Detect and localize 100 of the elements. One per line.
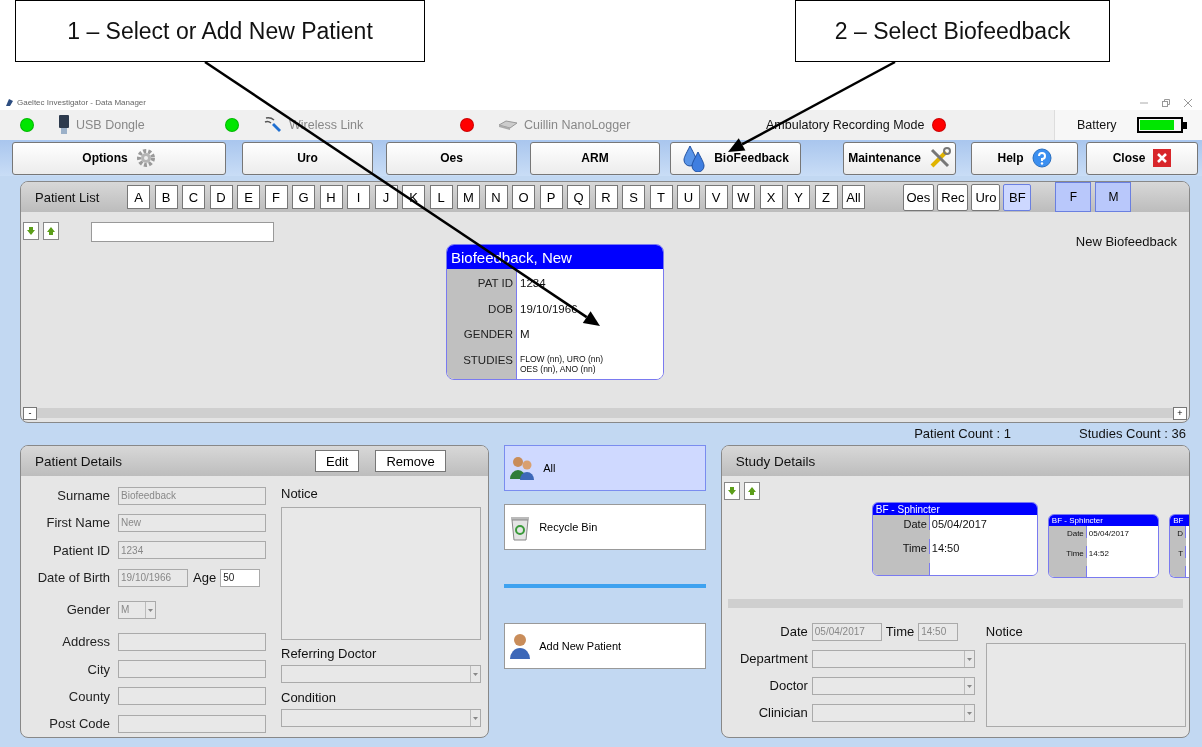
field-label: County (67, 688, 110, 704)
card-field-label: GENDER (463, 328, 513, 340)
letter-filter-button[interactable]: L (429, 185, 453, 209)
nav-button[interactable]: Oes (386, 141, 517, 175)
action-button[interactable]: Recycle Bin (504, 504, 706, 550)
count-label: Studies Count : 36 (1079, 425, 1186, 441)
close-icon (1153, 149, 1172, 167)
nav-button[interactable]: ARM (530, 141, 660, 175)
letter-filter-button[interactable]: M (457, 185, 480, 209)
study-title: BF (1173, 516, 1184, 525)
restore-icon[interactable] (1162, 98, 1170, 107)
study-filter-button[interactable]: BF (1003, 183, 1032, 211)
letter-filter-button[interactable]: J (374, 185, 398, 209)
card-field-label: PAT ID (477, 277, 513, 289)
gender-filter-button[interactable]: F (1055, 182, 1092, 212)
card-field-value: 14:50 (930, 541, 961, 554)
referring-doctor-dropdown[interactable] (281, 665, 481, 683)
dropdown-field[interactable] (811, 676, 975, 695)
gear-icon (135, 148, 156, 168)
study-title: BF - Sphincter (1051, 516, 1103, 525)
card-field-value: FLOW (nn), URO (nn) (520, 353, 605, 364)
action-button[interactable]: All (504, 445, 706, 491)
letter-filter-button[interactable]: T (649, 185, 673, 209)
letter-filter-button[interactable]: Z (814, 185, 838, 209)
letter-filter-button[interactable]: B (154, 185, 178, 209)
dropdown-caret-icon (470, 666, 480, 682)
field-label: Department (738, 651, 808, 666)
letter-filter-button[interactable]: G (292, 185, 315, 209)
letter-filter-button[interactable]: F (264, 185, 288, 209)
search-field[interactable] (91, 222, 274, 242)
card-field-label: T (1170, 546, 1187, 558)
nav-button[interactable]: Maintenance (843, 141, 956, 175)
study-card[interactable]: BF - Sphincter Date 05/04/2017 Time 14:50 (871, 502, 1038, 576)
letter-filter-button[interactable]: O (512, 185, 535, 209)
field-label: Gender (65, 602, 110, 618)
card-field-label: D (1170, 526, 1187, 538)
letter-filter-button[interactable]: X (759, 185, 783, 209)
dropdown-caret-icon (963, 704, 974, 721)
card-field-value: 05/04/2017 (930, 517, 988, 530)
study-filter-button[interactable]: Rec (937, 183, 969, 211)
close-icon[interactable] (1184, 98, 1192, 107)
letter-filter-button[interactable]: N (484, 185, 508, 209)
letter-filter-button[interactable]: V (704, 185, 728, 209)
letter-filter-button[interactable]: W (732, 185, 755, 209)
dropdown-field[interactable] (811, 649, 975, 668)
zoom-in-button[interactable]: + (1173, 406, 1187, 420)
field-label: Doctor (768, 678, 808, 693)
study-card[interactable]: BF - Sphincter Date 05/04/2017 Time 14:52 (1047, 514, 1160, 578)
letter-filter-button[interactable]: D (209, 185, 233, 209)
device-label: USB Dongle (76, 118, 145, 132)
water-drops-icon (682, 144, 707, 172)
input-field[interactable] (118, 714, 266, 733)
letter-filter-button[interactable]: C (182, 185, 205, 209)
card-field-label: Date (1048, 526, 1087, 538)
wireless-transmitter-icon (263, 115, 283, 135)
nav-button[interactable]: Close (1086, 141, 1198, 175)
letter-filter-button[interactable]: Q (567, 185, 590, 209)
edit-button[interactable]: Edit (315, 450, 360, 472)
letter-filter-button[interactable]: H (319, 185, 343, 209)
field-label: Post Code (48, 716, 110, 732)
card-field-value: 14:52 (1087, 548, 1110, 558)
letter-filter-button[interactable]: A (127, 185, 150, 209)
nav-button[interactable]: Help (971, 141, 1078, 175)
action-button[interactable]: Add New Patient (504, 623, 706, 669)
input-field[interactable] (118, 632, 266, 651)
input-field[interactable] (118, 660, 266, 679)
letter-filter-button[interactable]: S (622, 185, 645, 209)
nav-button[interactable]: Options (12, 141, 226, 175)
letter-filter-button[interactable]: Y (787, 185, 810, 209)
study-filter-button[interactable]: Uro (971, 183, 1001, 211)
letter-filter-button[interactable]: R (594, 185, 618, 209)
letter-filter-button[interactable]: U (677, 185, 700, 209)
usb-stick-icon (58, 115, 70, 135)
panel-title: Patient Details (35, 453, 124, 469)
condition-dropdown[interactable] (281, 709, 481, 727)
age-field[interactable]: 50 (220, 568, 261, 587)
letter-filter-button[interactable]: P (539, 185, 563, 209)
study-card[interactable]: BF D T (1169, 514, 1189, 578)
card-field-value: 05/04/2017 (1087, 528, 1130, 538)
study-filter-button[interactable]: Oes (902, 183, 935, 211)
scrollbar[interactable] (37, 408, 1173, 418)
letter-filter-button[interactable]: E (237, 185, 260, 209)
nav-button[interactable]: Uro (242, 141, 373, 175)
field-label: Referring Doctor (281, 646, 378, 661)
card-field-value: M (520, 328, 531, 340)
person-icon (509, 633, 532, 659)
notice-field[interactable] (281, 507, 481, 640)
panel-title: Study Details (735, 453, 816, 469)
letter-filter-button[interactable]: All (842, 185, 865, 209)
gender-filter-button[interactable]: M (1095, 182, 1132, 212)
input-field[interactable] (118, 687, 266, 706)
help-icon (1031, 148, 1052, 168)
zoom-out-button[interactable]: - (23, 406, 37, 420)
nav-button[interactable]: BioFeedback (670, 141, 801, 175)
field-label: Notice (985, 624, 1024, 639)
notice-field[interactable] (985, 643, 1186, 727)
remove-button[interactable]: Remove (375, 450, 446, 472)
dropdown-field[interactable] (811, 703, 975, 722)
letter-filter-button[interactable]: I (347, 185, 370, 209)
field-label: Time (885, 624, 915, 639)
